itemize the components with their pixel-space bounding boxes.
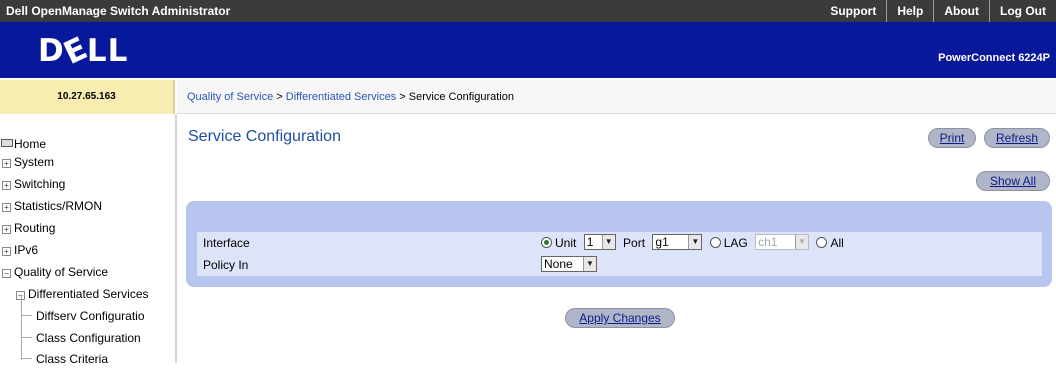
expand-icon[interactable]: +: [2, 181, 11, 190]
sidebar-nav: Home + System + Switching + Statistics/RMON…: [0, 114, 177, 366]
sidebar-item-diffserv[interactable]: –Differentiated Services: [16, 284, 149, 304]
lag-select: ch1 ▼: [755, 234, 810, 250]
unit-label: Unit: [555, 236, 577, 250]
tree-branch: [22, 358, 32, 359]
ip-address: 10.27.65.163: [0, 80, 175, 114]
sidebar-item-statistics[interactable]: + Statistics/RMON: [2, 196, 102, 216]
breadcrumb-qos[interactable]: Quality of Service: [187, 91, 273, 103]
policy-select[interactable]: None ▼: [541, 256, 597, 272]
app-title: Dell OpenManage Switch Administrator: [6, 4, 231, 18]
sidebar-item-home[interactable]: Home: [1, 134, 46, 154]
breadcrumb-diffserv[interactable]: Differentiated Services: [286, 91, 396, 103]
all-label: All: [830, 236, 844, 250]
tree-branch: [22, 315, 32, 316]
breadcrumb-current: Service Configuration: [408, 91, 514, 103]
port-select[interactable]: g1 ▼: [652, 234, 703, 250]
sidebar-item-label: Quality of Service: [14, 265, 109, 279]
sidebar-item-label: Home: [14, 137, 47, 151]
sidebar-item-ipv6[interactable]: + IPv6: [2, 240, 38, 260]
support-link[interactable]: Support: [820, 0, 886, 22]
brand-banner: DELL PowerConnect 6224P: [0, 22, 1056, 78]
unit-radio[interactable]: [541, 237, 552, 248]
expand-icon[interactable]: +: [2, 159, 11, 168]
sidebar-item-switching[interactable]: + Switching: [2, 174, 65, 194]
dell-logo: DELL: [38, 29, 129, 73]
expand-icon[interactable]: +: [2, 203, 11, 212]
chevron-down-icon: ▼: [601, 235, 615, 249]
breadcrumb-separator: >: [399, 91, 406, 103]
sidebar-item-label: Differentiated Services: [28, 287, 149, 301]
policy-value: None: [544, 257, 573, 271]
expand-icon[interactable]: +: [2, 247, 11, 256]
port-label: Port: [623, 236, 646, 250]
sidebar-item-label: IPv6: [14, 243, 39, 257]
header-links: Support Help About Log Out: [820, 0, 1056, 22]
all-radio[interactable]: [816, 237, 828, 248]
policy-controls: None ▼: [541, 254, 597, 276]
sidebar-item-class-criteria[interactable]: Class Criteria: [22, 349, 108, 369]
print-button[interactable]: Print: [928, 128, 976, 148]
sidebar-item-label: Diffserv Configuratio: [36, 309, 145, 323]
sidebar-item-qos[interactable]: – Quality of Service: [2, 262, 108, 282]
interface-controls: Unit 1 ▼ Port g1 ▼ LAG ch1 ▼ All: [541, 232, 844, 254]
unit-select[interactable]: 1 ▼: [583, 234, 616, 250]
breadcrumb: Quality of Service > Differentiated Serv…: [177, 80, 1056, 114]
collapse-icon[interactable]: –: [2, 269, 11, 278]
port-value: g1: [655, 235, 669, 249]
lag-value: ch1: [758, 235, 778, 249]
sidebar-item-label: Class Criteria: [36, 352, 109, 366]
chevron-down-icon: ▼: [795, 235, 809, 249]
interface-label: Interface: [203, 236, 250, 250]
tree-branch: [22, 337, 32, 338]
page-title: Service Configuration: [188, 128, 341, 145]
sidebar-item-class-config[interactable]: Class Configuration: [22, 328, 141, 348]
policy-row: Policy In None ▼: [197, 254, 1042, 276]
lag-radio[interactable]: [709, 237, 721, 248]
device-model: PowerConnect 6224P: [938, 52, 1050, 64]
sidebar-item-label: Routing: [14, 221, 56, 235]
breadcrumb-separator: >: [276, 91, 283, 103]
help-link[interactable]: Help: [886, 0, 933, 22]
sidebar-item-label: Switching: [14, 177, 66, 191]
logout-link[interactable]: Log Out: [989, 0, 1056, 22]
chevron-down-icon: ▼: [583, 257, 596, 271]
sidebar-item-system[interactable]: + System: [2, 152, 54, 172]
sidebar-item-label: Statistics/RMON: [14, 199, 103, 213]
chevron-down-icon: ▼: [688, 235, 702, 249]
sidebar-item-label: Class Configuration: [36, 331, 141, 345]
sidebar-item-routing[interactable]: + Routing: [2, 218, 55, 238]
apply-changes-button[interactable]: Apply Changes: [565, 308, 675, 328]
interface-row: Interface Unit 1 ▼ Port g1 ▼ LAG ch1 ▼ All: [197, 232, 1042, 254]
sidebar-item-label: System: [14, 155, 55, 169]
about-link[interactable]: About: [933, 0, 989, 22]
policy-label: Policy In: [203, 258, 249, 272]
lag-label: LAG: [723, 236, 748, 250]
show-all-button[interactable]: Show All: [976, 171, 1050, 191]
refresh-button[interactable]: Refresh: [984, 128, 1050, 148]
top-bar: Dell OpenManage Switch Administrator Sup…: [0, 0, 1056, 22]
expand-icon[interactable]: +: [2, 225, 11, 234]
folder-icon: [1, 139, 13, 147]
sidebar-item-diffserv-config[interactable]: Diffserv Configuratio: [22, 306, 145, 326]
unit-value: 1: [586, 235, 594, 249]
